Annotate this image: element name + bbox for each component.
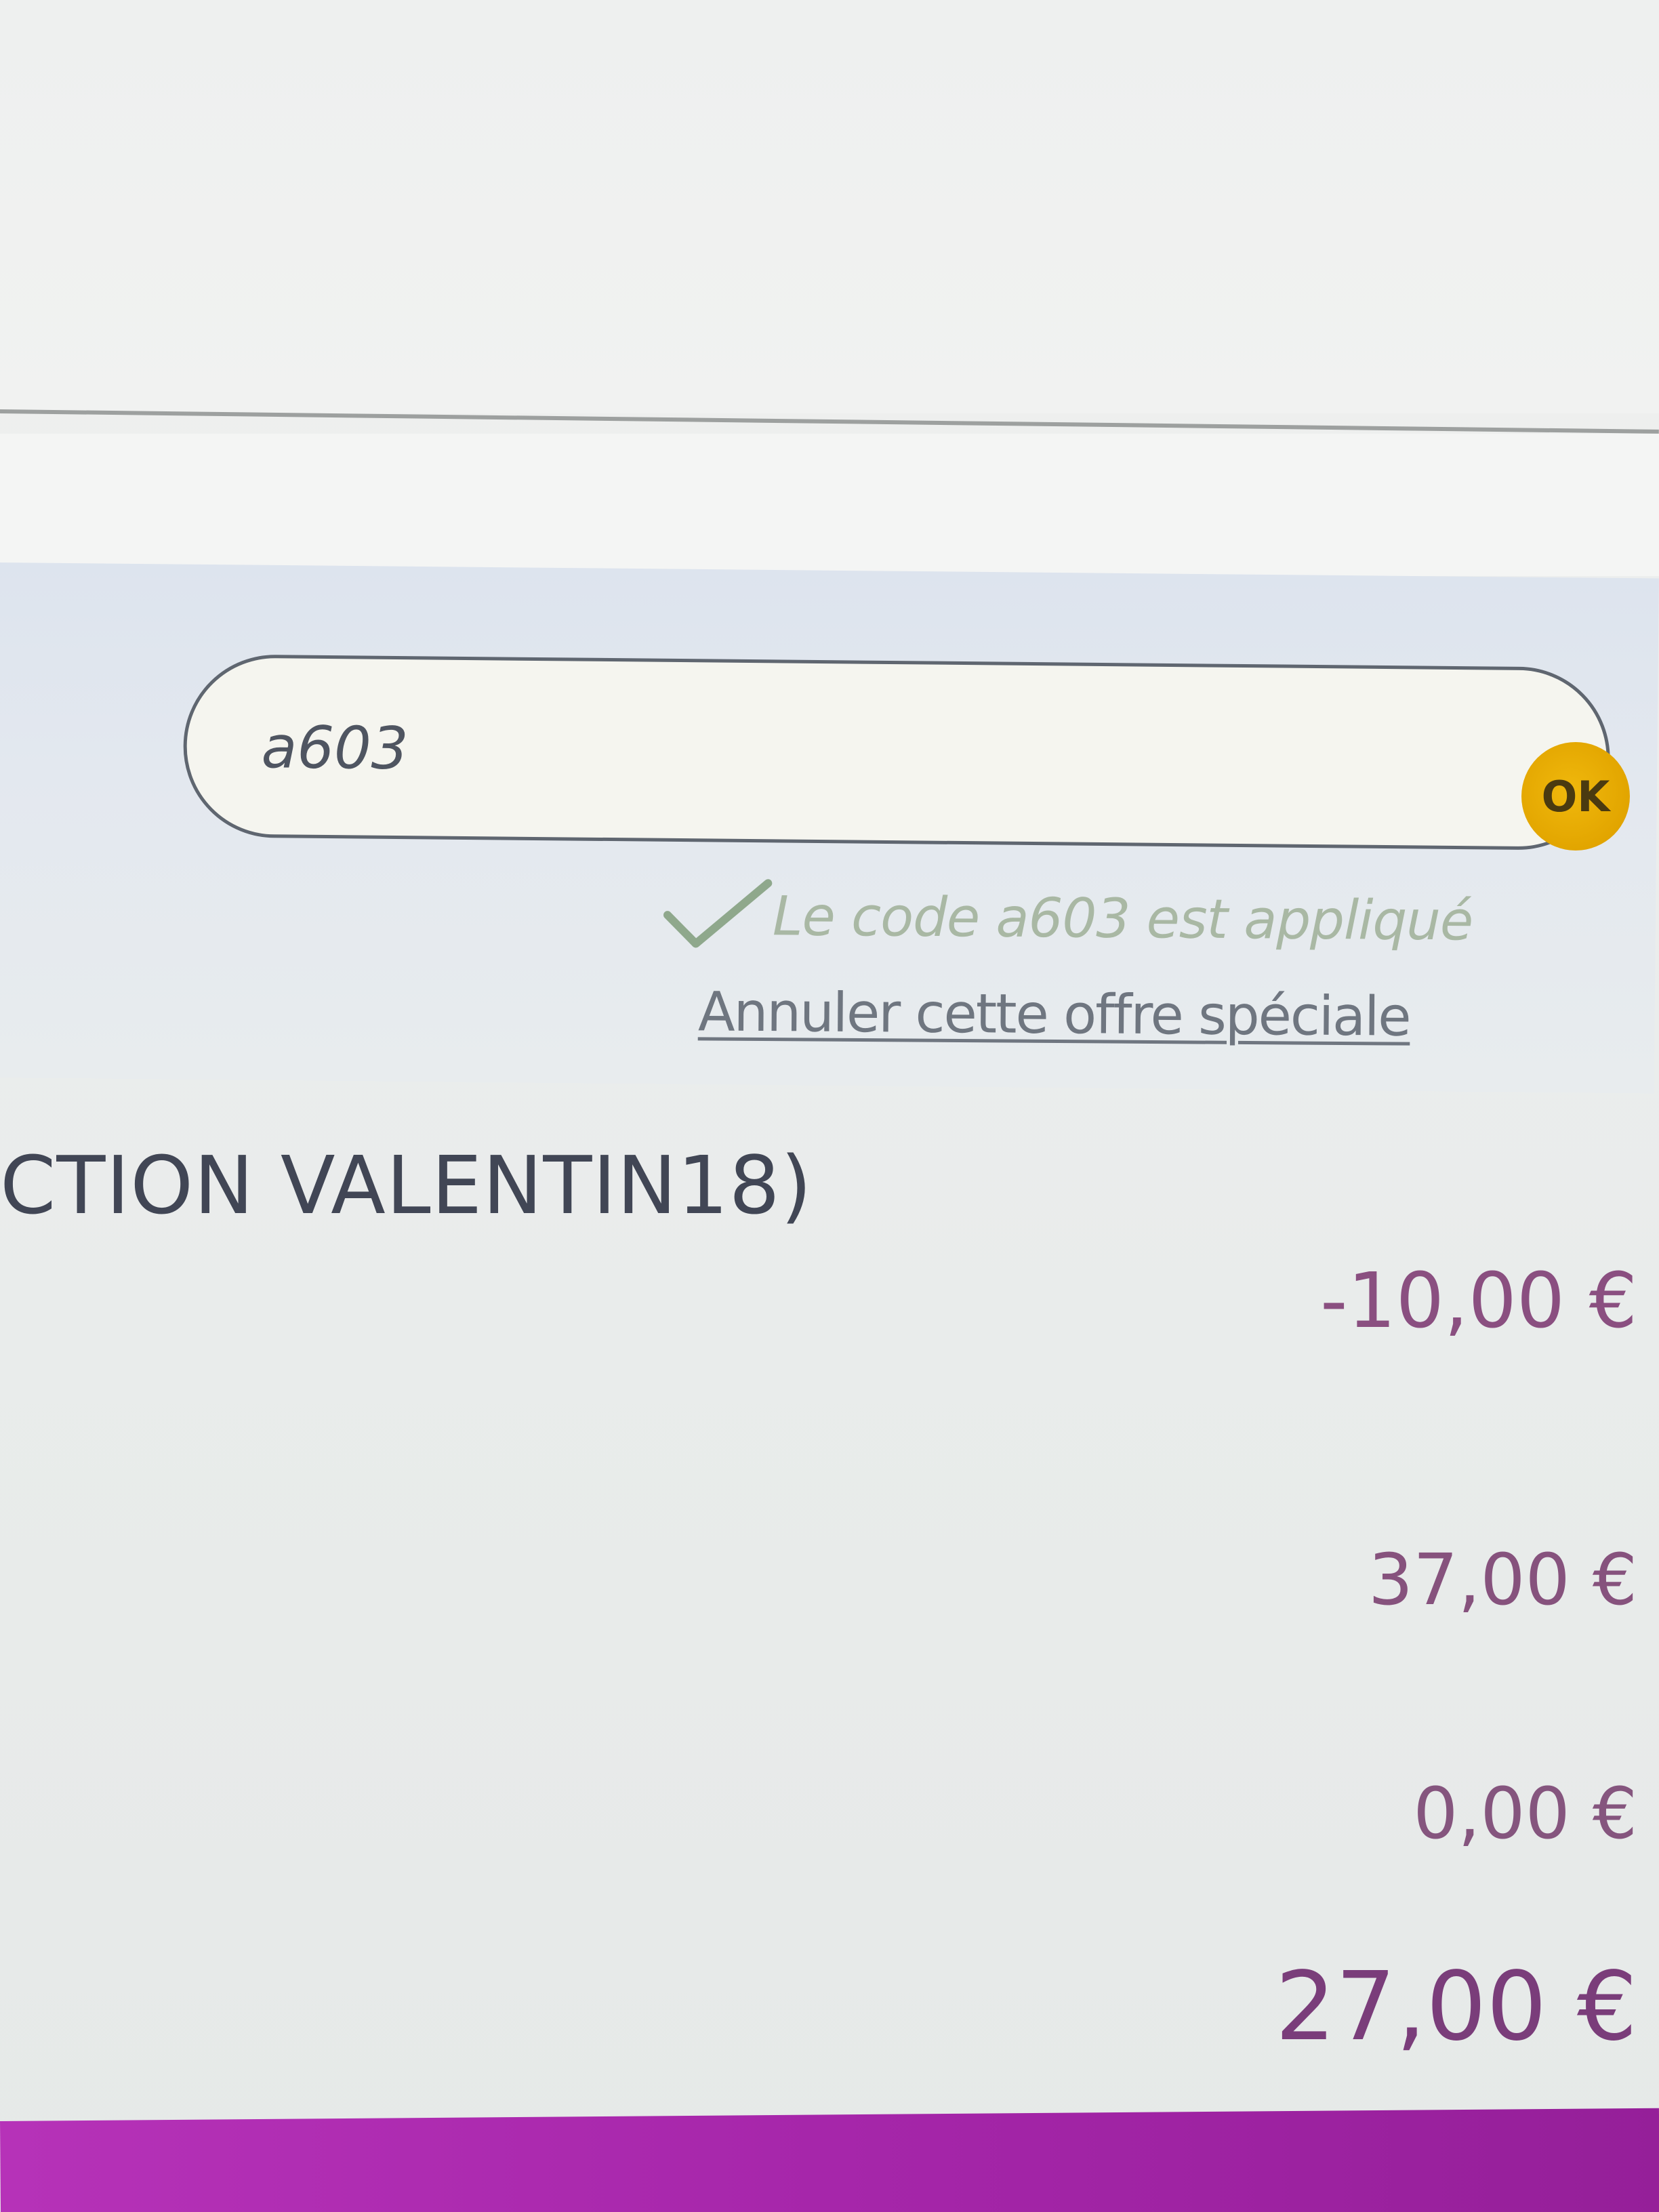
- success-text: Le code a603 est appliqué: [772, 884, 1473, 952]
- promo-success-message: Le code a603 est appliqué: [661, 871, 1610, 966]
- total-amount: 27,00 €: [1275, 1952, 1637, 2062]
- header-area: [0, 0, 1659, 413]
- discount-amount: -10,00 €: [1320, 1257, 1637, 1345]
- apply-code-button[interactable]: OK: [1521, 742, 1630, 851]
- promo-code-field[interactable]: [182, 654, 1611, 851]
- checkout-button[interactable]: [0, 2108, 1659, 2212]
- promo-code-input[interactable]: [261, 700, 1414, 806]
- cancel-offer-link[interactable]: Annuler cette offre spéciale: [698, 980, 1410, 1048]
- checkmark-icon: [663, 879, 773, 948]
- checkout-page: OK Le code a603 est appliqué Annuler cet…: [0, 0, 1659, 2212]
- shipping-amount: 0,00 €: [1413, 1772, 1637, 1855]
- promo-label: CTION VALENTIN18): [0, 1139, 813, 1232]
- spacer-band: [0, 434, 1659, 576]
- subtotal-amount: 37,00 €: [1368, 1538, 1637, 1621]
